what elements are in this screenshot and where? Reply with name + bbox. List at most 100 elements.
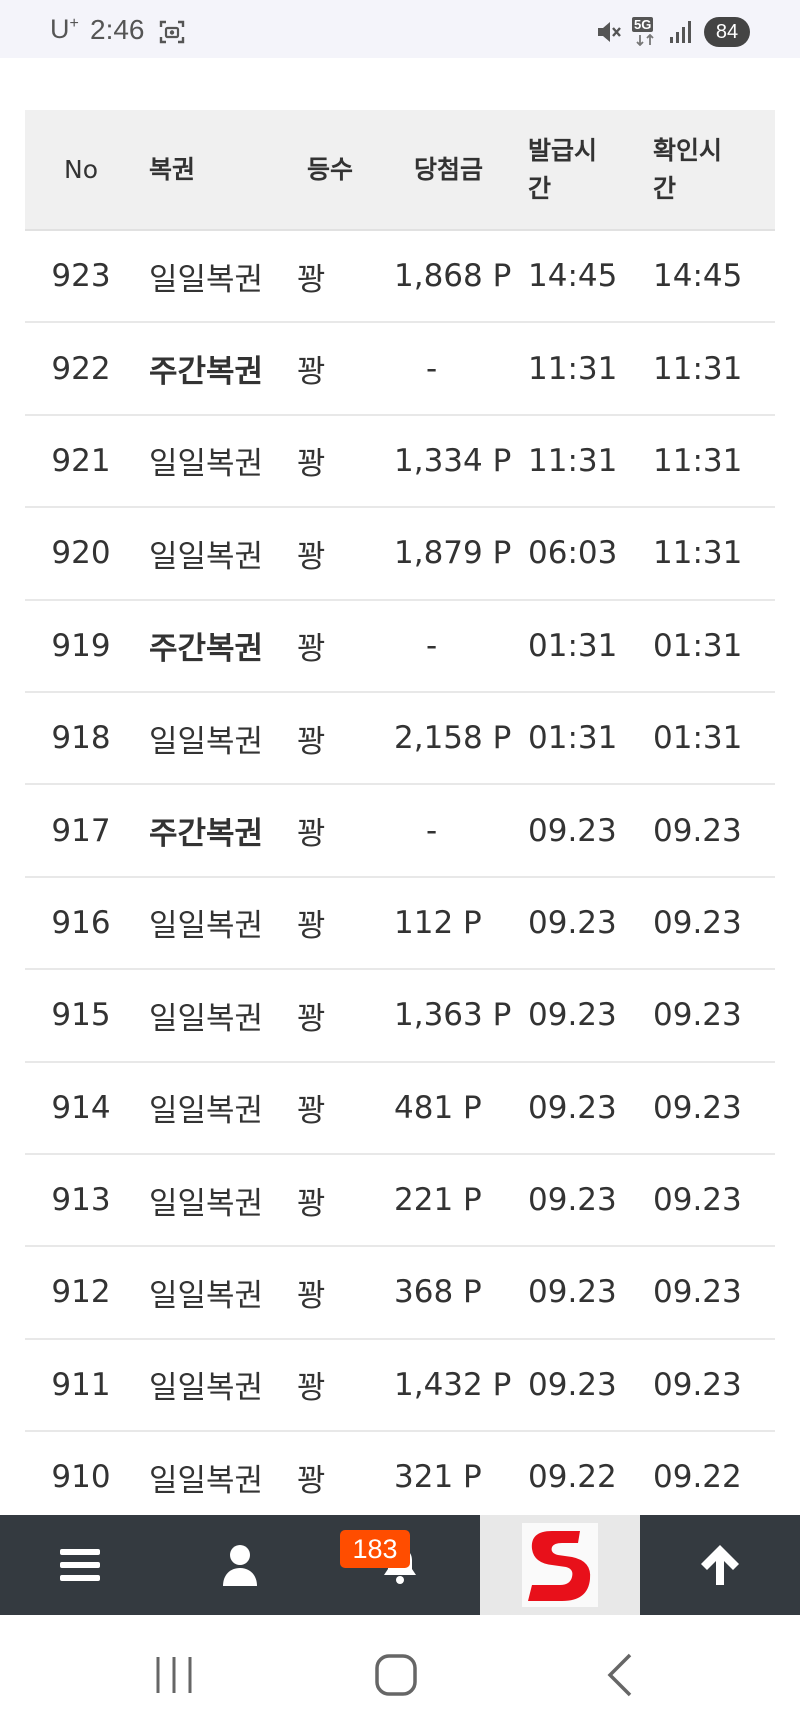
site-logo xyxy=(522,1523,598,1607)
row-rank: 꽝 xyxy=(297,723,326,760)
signal-icon xyxy=(670,21,691,43)
row-lottery-type: 일일복권 xyxy=(149,261,264,298)
table-row: 918 일일복권 꽝 2,158 P 01:31 01:31 xyxy=(25,692,775,785)
row-no: 910 xyxy=(51,1459,111,1496)
row-rank: 꽝 xyxy=(297,538,326,575)
menu-icon xyxy=(60,1549,100,1581)
row-checked-time: 01:31 xyxy=(653,720,743,757)
header-rank: 등수 xyxy=(307,154,354,184)
header-checked-time: 확인시 간 xyxy=(653,135,723,203)
row-lottery-type: 일일복권 xyxy=(149,1370,264,1407)
row-rank: 꽝 xyxy=(297,908,326,945)
row-no: 921 xyxy=(51,442,111,479)
row-checked-time: 14:45 xyxy=(653,258,743,295)
row-no: 920 xyxy=(51,535,111,572)
row-lottery-type: 일일복권 xyxy=(149,446,264,483)
row-lottery-type: 일일복권 xyxy=(149,908,264,945)
row-lottery-type: 주간복권 xyxy=(149,354,264,391)
row-rank: 꽝 xyxy=(297,354,326,391)
row-checked-time: 09.23 xyxy=(653,1089,742,1126)
row-issued-time: 09.23 xyxy=(528,812,617,849)
row-checked-time: 11:31 xyxy=(653,350,743,387)
row-lottery-type: 주간복권 xyxy=(149,816,264,853)
recent-apps-icon[interactable] xyxy=(152,1655,196,1695)
row-lottery-type: 일일복권 xyxy=(149,1277,264,1314)
row-prize: - xyxy=(426,627,438,664)
row-no: 923 xyxy=(51,258,111,295)
row-checked-time: 09.23 xyxy=(653,1366,742,1403)
row-prize: 1,432 P xyxy=(394,1366,512,1403)
row-no: 917 xyxy=(51,812,111,849)
row-issued-time: 01:31 xyxy=(528,627,618,664)
table-row: 916 일일복권 꽝 112 P 09.23 09.23 xyxy=(25,877,775,970)
row-prize: 481 P xyxy=(394,1089,482,1126)
row-prize: 1,334 P xyxy=(394,442,512,479)
system-nav-bar xyxy=(0,1615,800,1734)
row-prize: 321 P xyxy=(394,1459,482,1496)
table-row: 910 일일복권 꽝 321 P 09.22 09.22 xyxy=(25,1431,775,1524)
row-checked-time: 09.23 xyxy=(653,997,742,1034)
row-issued-time: 14:45 xyxy=(528,258,618,295)
row-checked-time: 09.23 xyxy=(653,812,742,849)
row-rank: 꽝 xyxy=(297,261,326,298)
header-no: No xyxy=(64,154,98,184)
row-prize: 2,158 P xyxy=(394,720,512,757)
row-issued-time: 09.23 xyxy=(528,1182,617,1219)
home-icon[interactable] xyxy=(374,1653,418,1697)
row-issued-time: 09.22 xyxy=(528,1459,617,1496)
row-rank: 꽝 xyxy=(297,1370,326,1407)
row-no: 916 xyxy=(51,904,111,941)
table-row: 913 일일복권 꽝 221 P 09.23 09.23 xyxy=(25,1154,775,1247)
row-prize: 221 P xyxy=(394,1182,482,1219)
carrier-label: U+ xyxy=(50,14,79,44)
row-no: 912 xyxy=(51,1274,111,1311)
row-rank: 꽝 xyxy=(297,816,326,853)
row-prize: - xyxy=(426,350,438,387)
site-logo-button[interactable] xyxy=(480,1515,640,1615)
back-icon[interactable] xyxy=(604,1653,636,1697)
row-checked-time: 09.22 xyxy=(653,1459,742,1496)
menu-button[interactable] xyxy=(0,1515,160,1615)
table-row: 912 일일복권 꽝 368 P 09.23 09.23 xyxy=(25,1246,775,1339)
row-checked-time: 11:31 xyxy=(653,442,743,479)
scroll-top-button[interactable] xyxy=(640,1515,800,1615)
table-row: 921 일일복권 꽝 1,334 P 11:31 11:31 xyxy=(25,415,775,508)
row-lottery-type: 일일복권 xyxy=(149,538,264,575)
row-checked-time: 11:31 xyxy=(653,535,743,572)
mute-icon xyxy=(598,22,621,42)
row-rank: 꽝 xyxy=(297,1185,326,1222)
row-rank: 꽝 xyxy=(297,1277,326,1314)
lottery-history-table: No 복권 등수 당첨금 발급시 간 확인시 간 923 일일복권 꽝 1,868 P 14… xyxy=(25,110,775,1524)
row-issued-time: 09.23 xyxy=(528,1274,617,1311)
row-no: 911 xyxy=(51,1366,111,1403)
table-row: 923 일일복권 꽝 1,868 P 14:45 14:45 xyxy=(25,230,775,323)
row-issued-time: 11:31 xyxy=(528,442,618,479)
row-prize: - xyxy=(426,812,438,849)
header-lottery: 복권 xyxy=(149,154,196,184)
row-lottery-type: 일일복권 xyxy=(149,1462,264,1499)
row-prize: 1,363 P xyxy=(394,997,512,1034)
row-lottery-type: 주간복권 xyxy=(149,631,264,668)
row-checked-time: 01:31 xyxy=(653,627,743,664)
row-issued-time: 09.23 xyxy=(528,1366,617,1403)
table-row: 919 주간복권 꽝 - 01:31 01:31 xyxy=(25,600,775,692)
arrow-up-icon xyxy=(701,1545,739,1585)
row-prize: 112 P xyxy=(394,904,482,941)
status-bar: U+ 2:46 5G 84 xyxy=(0,0,800,58)
table-row: 915 일일복권 꽝 1,363 P 09.23 09.23 xyxy=(25,969,775,1062)
table-row: 914 일일복권 꽝 481 P 09.23 09.23 xyxy=(25,1062,775,1154)
row-rank: 꽝 xyxy=(297,1093,326,1130)
header-issued-time: 발급시 간 xyxy=(528,135,598,203)
row-rank: 꽝 xyxy=(297,631,326,668)
row-issued-time: 09.23 xyxy=(528,904,617,941)
profile-button[interactable] xyxy=(160,1515,320,1615)
row-lottery-type: 일일복권 xyxy=(149,1185,264,1222)
row-no: 918 xyxy=(51,720,111,757)
network-5g-icon: 5G xyxy=(632,17,658,47)
table-row: 920 일일복권 꽝 1,879 P 06:03 11:31 xyxy=(25,507,775,600)
row-issued-time: 09.23 xyxy=(528,997,617,1034)
row-prize: 1,879 P xyxy=(394,535,512,572)
status-time: 2:46 xyxy=(90,14,145,45)
row-issued-time: 06:03 xyxy=(528,535,618,572)
row-rank: 꽝 xyxy=(297,446,326,483)
